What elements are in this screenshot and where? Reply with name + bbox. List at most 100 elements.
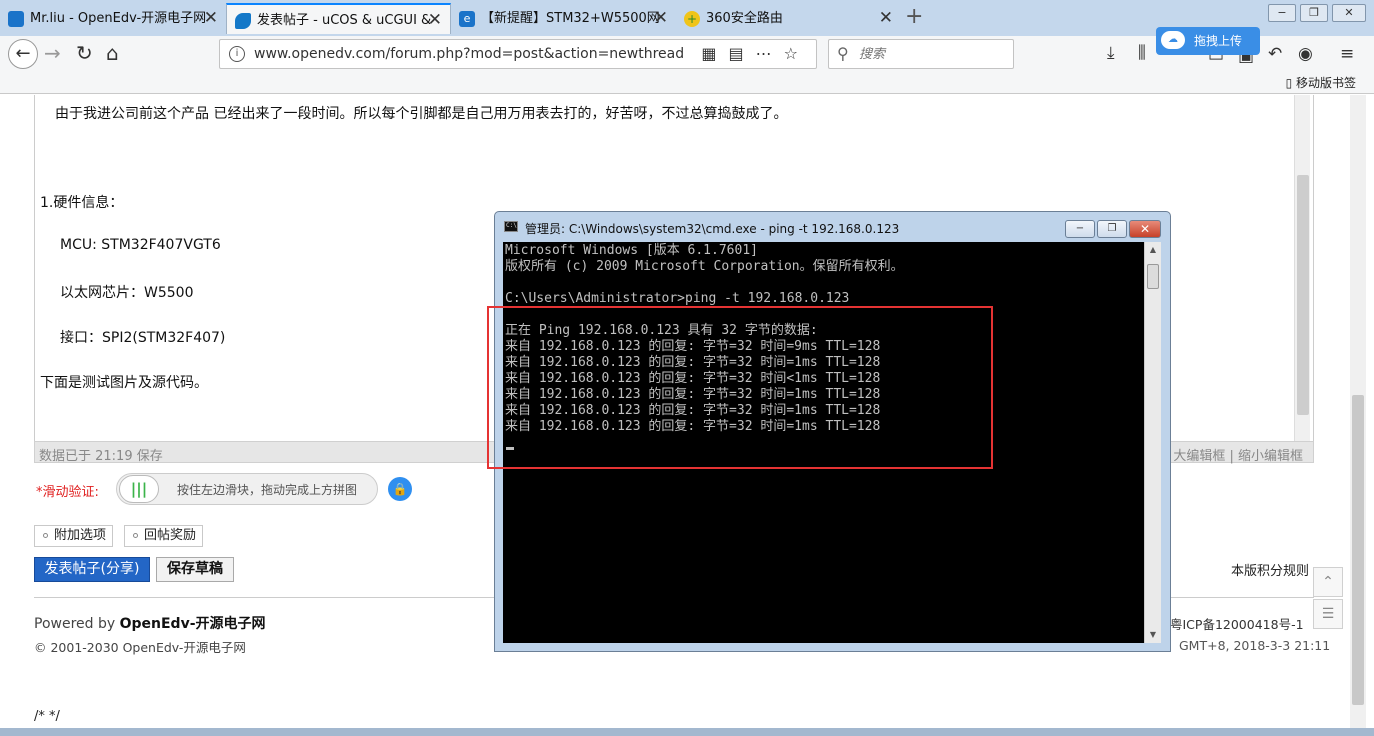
close-tab-icon[interactable]: ✕ (654, 3, 668, 34)
reload-button[interactable]: ↻ (76, 41, 93, 65)
copyright: © 2001-2030 OpenEdv-开源电子网 (34, 640, 246, 655)
close-tab-icon[interactable]: ✕ (428, 5, 442, 34)
console-line: Microsoft Windows [版本 6.1.7601] (505, 243, 758, 258)
hardware-title: 1.硬件信息： (40, 195, 124, 211)
scroll-down-arrow-icon[interactable]: ▼ (1145, 630, 1161, 639)
tab-label: 发表帖子 - uCOS & uCGUI & (257, 13, 432, 28)
interface-line: 接口：SPI2(STM32F407) (60, 330, 226, 346)
qr-code-icon[interactable]: ▦ (701, 44, 728, 63)
intro-text: 由于我进公司前这个产品 已经出来了一段时间。所以每个引脚都是自己用万用表去打的，… (55, 106, 788, 122)
console-output[interactable]: Microsoft Windows [版本 6.1.7601] 版权所有 (c)… (503, 242, 1144, 643)
cloud-icon: ☁ (1161, 31, 1185, 49)
cmd-close-button[interactable]: ✕ (1129, 220, 1161, 238)
console-line: 来自 192.168.0.123 的回复: 字节=32 时间=9ms TTL=1… (505, 339, 881, 354)
console-line: 正在 Ping 192.168.0.123 具有 32 字节的数据: (505, 323, 818, 338)
downloads-icon[interactable]: ⤓ (1107, 43, 1115, 63)
below-line: 下面是测试图片及源代码。 (40, 375, 208, 391)
slider-handle[interactable]: ||| (119, 475, 159, 503)
submit-post-button[interactable]: 发表帖子(分享) (34, 557, 150, 582)
console-line: 来自 192.168.0.123 的回复: 字节=32 时间=1ms TTL=1… (505, 403, 881, 418)
close-window-button[interactable]: ✕ (1332, 4, 1366, 22)
url-actions: ▦▤⋯☆ (701, 44, 810, 63)
tab-mr-liu[interactable]: Mr.liu - OpenEdv-开源电子网 ✕ (0, 3, 226, 34)
resize-editor-links[interactable]: 大编辑框 | 缩小编辑框 (1173, 445, 1303, 464)
mcu-line: MCU: STM32F407VGT6 (60, 237, 221, 253)
editor-scrollbar[interactable] (1294, 95, 1310, 441)
list-view-icon[interactable]: ☰ (1313, 599, 1343, 629)
ie-favicon-icon: e (459, 11, 475, 27)
navigation-toolbar: ← → ↻ ⌂ i www.openedv.com/forum.php?mod=… (0, 27, 1374, 94)
address-bar[interactable]: i www.openedv.com/forum.php?mod=post&act… (219, 39, 817, 69)
console-line: 来自 192.168.0.123 的回复: 字节=32 时间=1ms TTL=1… (505, 387, 881, 402)
ethernet-line: 以太网芯片：W5500 (60, 285, 194, 301)
slide-verify-label: *滑动验证: (36, 485, 99, 500)
reply-reward-button[interactable]: 回帖奖励 (124, 525, 204, 547)
cmd-app-icon: C:\ (504, 221, 518, 232)
openedv-favicon-icon (8, 11, 24, 27)
console-line: C:\Users\Administrator>ping -t 192.168.0… (505, 291, 850, 306)
back-to-top-icon[interactable]: ⌃ (1313, 567, 1343, 597)
js-comment-text: /* */ (34, 709, 60, 724)
upload-label: 拖拽上传 (1194, 34, 1243, 48)
console-line: 来自 192.168.0.123 的回复: 字节=32 时间=1ms TTL=1… (505, 355, 881, 370)
cmd-maximize-button[interactable]: ❐ (1097, 220, 1127, 238)
save-draft-button[interactable]: 保存草稿 (156, 557, 234, 582)
mobile-bookmarks-label: 移动版书签 (1295, 76, 1356, 90)
new-tab-button[interactable]: + (905, 4, 923, 29)
back-button[interactable]: ← (8, 39, 38, 69)
lock-icon: 🔒 (388, 477, 412, 501)
drag-upload-button[interactable]: ☁ 拖拽上传 (1156, 27, 1260, 55)
tab-360-router[interactable]: + 360安全路由 ✕ (676, 3, 901, 34)
slide-captcha[interactable]: ||| 按住左边滑块，拖动完成上方拼图 (116, 473, 378, 505)
menu-icon[interactable]: ≡ (1340, 44, 1354, 64)
extra-options-label: 附加选项 (54, 528, 107, 543)
icp-license-link[interactable]: 粤ICP备12000418号-1 (1170, 614, 1304, 633)
library-icon[interactable]: ⫼ (1138, 43, 1146, 63)
bookmark-star-icon[interactable]: ☆ (784, 44, 810, 63)
console-line: 来自 192.168.0.123 的回复: 字节=32 时间=1ms TTL=1… (505, 419, 881, 434)
eye-icon[interactable]: ◉ (1298, 44, 1313, 64)
close-tab-icon[interactable]: ✕ (204, 3, 218, 34)
tab-label: 【新提醒】STM32+W5500网 (481, 11, 660, 26)
console-line: 版权所有 (c) 2009 Microsoft Corporation。保留所有… (505, 259, 904, 274)
cmd-scrollbar[interactable]: ▲ ▼ (1144, 242, 1161, 643)
autosave-status: 数据已于 21:19 保存 (39, 449, 163, 464)
home-button[interactable]: ⌂ (106, 41, 119, 65)
tab-label: 360安全路由 (706, 11, 783, 26)
extra-options-button[interactable]: 附加选项 (34, 525, 114, 547)
powered-prefix: Powered by (34, 616, 120, 632)
powered-by: Powered by OpenEdv-开源电子网 (34, 613, 266, 633)
forum-rules-link[interactable]: 本版积分规则 (1231, 560, 1309, 579)
url-text[interactable]: www.openedv.com/forum.php?mod=post&actio… (254, 46, 684, 62)
minimize-button[interactable]: − (1268, 4, 1296, 22)
mobile-bookmarks[interactable]: ▯ 移动版书签 (1286, 74, 1356, 91)
maximize-button[interactable]: ❐ (1300, 4, 1328, 22)
cmd-window[interactable]: C:\ 管理员: C:\Windows\system32\cmd.exe - p… (494, 211, 1171, 652)
page-actions-icon[interactable]: ⋯ (756, 44, 784, 63)
360-favicon-icon: + (684, 11, 700, 27)
cmd-scroll-thumb[interactable] (1147, 264, 1159, 289)
page-scrollbar[interactable] (1350, 95, 1366, 736)
cmd-title: 管理员: C:\Windows\system32\cmd.exe - ping … (525, 222, 900, 236)
search-box[interactable]: ⚲ (828, 39, 1014, 69)
page-scroll-thumb[interactable] (1352, 395, 1364, 705)
forward-button[interactable]: → (44, 41, 61, 65)
undo-icon[interactable]: ↶ (1268, 44, 1282, 64)
close-tab-icon[interactable]: ✕ (879, 3, 893, 34)
tab-new-post[interactable]: 发表帖子 - uCOS & uCGUI & ✕ (226, 3, 451, 34)
bullet-icon (43, 533, 48, 538)
cmd-titlebar[interactable]: C:\ 管理员: C:\Windows\system32\cmd.exe - p… (495, 212, 1170, 242)
scroll-up-arrow-icon[interactable]: ▲ (1145, 245, 1161, 254)
powered-site-link[interactable]: OpenEdv-开源电子网 (120, 616, 266, 632)
windows-taskbar (0, 728, 1374, 736)
site-info-icon[interactable]: i (229, 46, 245, 62)
search-input[interactable] (859, 45, 999, 63)
console-cursor (506, 447, 514, 450)
reader-view-icon[interactable]: ▤ (729, 44, 756, 63)
tab-label: Mr.liu - OpenEdv-开源电子网 (30, 11, 207, 26)
console-line: 来自 192.168.0.123 的回复: 字节=32 时间<1ms TTL=1… (505, 371, 881, 386)
tab-reminder[interactable]: e 【新提醒】STM32+W5500网 ✕ (451, 3, 676, 34)
openedv-favicon-icon (235, 13, 251, 29)
cmd-minimize-button[interactable]: − (1065, 220, 1095, 238)
editor-scroll-thumb[interactable] (1297, 175, 1309, 415)
